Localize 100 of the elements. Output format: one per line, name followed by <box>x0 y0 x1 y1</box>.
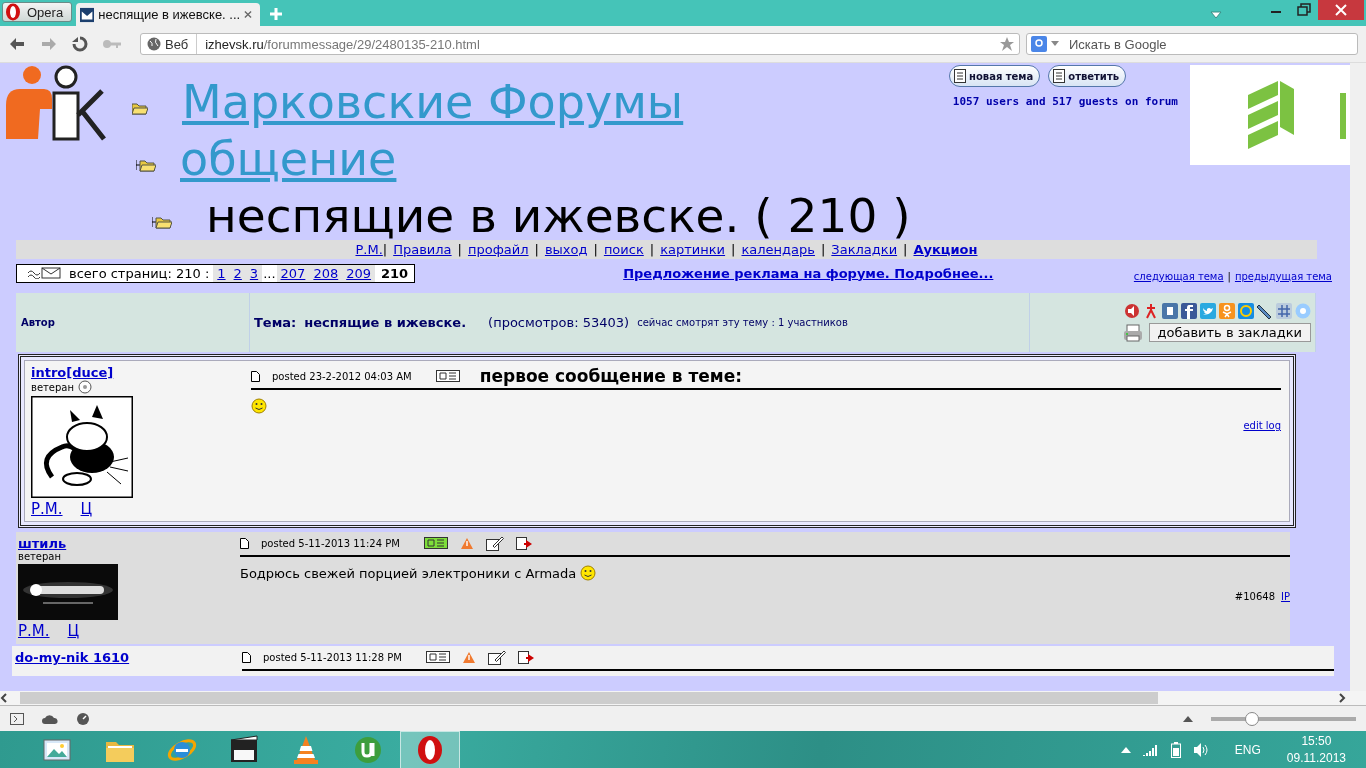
star-icon[interactable] <box>999 36 1015 52</box>
quote-icon[interactable] <box>425 651 450 663</box>
page-link[interactable]: 208 <box>309 264 343 282</box>
column-heading: Автор <box>20 317 55 328</box>
mu-torrent-icon <box>352 734 384 766</box>
profile-link[interactable]: Ц <box>80 500 93 518</box>
topic-label: Тема: <box>254 315 297 330</box>
back-icon[interactable] <box>8 36 26 52</box>
page-icon <box>242 651 251 663</box>
scrollbar[interactable] <box>1350 63 1366 691</box>
post-heading: первое сообщение в теме: <box>479 366 743 386</box>
nav-link[interactable]: картинки <box>660 242 726 257</box>
quote-icon[interactable] <box>435 370 460 382</box>
chevron-up-icon[interactable] <box>1120 747 1131 753</box>
edit-icon[interactable] <box>485 535 504 551</box>
scrollbar-thumb[interactable] <box>20 692 1158 704</box>
caret-icon[interactable] <box>1051 41 1059 47</box>
battery-icon[interactable] <box>1170 742 1181 758</box>
topic-nav-link[interactable]: предыдущая тема <box>1234 270 1332 282</box>
topic-nav-link[interactable]: следующая тема <box>1133 270 1224 282</box>
folder-icon <box>152 215 172 229</box>
separator: | <box>457 242 462 257</box>
speaker-icon[interactable] <box>1124 303 1140 319</box>
author-link[interactable]: штиль <box>18 536 67 551</box>
nav-link[interactable]: календарь <box>741 242 815 257</box>
speaker-icon[interactable] <box>1192 742 1209 758</box>
profile-link[interactable]: Ц <box>67 622 80 640</box>
header-button[interactable]: ответить <box>1048 65 1126 87</box>
security-badge[interactable]: Веб <box>141 34 198 54</box>
author-link[interactable]: intro[duce] <box>31 365 114 380</box>
profile-link[interactable]: Р.М. <box>18 622 50 640</box>
close-icon[interactable] <box>1318 0 1364 20</box>
edit-log-link[interactable]: edit log <box>1243 420 1281 431</box>
post-date: posted 5-11-2013 11:24 PM <box>261 537 400 549</box>
separator: | <box>382 242 388 257</box>
mail-icon <box>27 267 61 279</box>
online-count: 1057 users and 517 guests on forum <box>952 95 1178 108</box>
page-icon <box>1053 69 1066 83</box>
browser-tab[interactable]: неспящие в ижевске. ... <box>76 3 261 26</box>
separator: | <box>649 242 655 257</box>
nav-link[interactable]: профайл <box>468 242 529 257</box>
post-number: #10648 <box>1234 591 1275 602</box>
figure-icon[interactable] <box>1143 303 1159 319</box>
nav-link[interactable]: Правила <box>393 242 452 257</box>
triangle-icon[interactable] <box>1183 715 1193 722</box>
post-text: Бодрюсь свежей порцией электроники с Armada <box>240 565 577 581</box>
nav-link[interactable]: поиск <box>603 242 644 257</box>
promo-link[interactable]: Предложение реклама на форуме. Подробнее... <box>623 265 994 281</box>
nav-link[interactable]: Аукцион <box>913 242 978 257</box>
nav-link[interactable]: выход <box>544 242 588 257</box>
panel-icon[interactable] <box>10 712 24 725</box>
view-count: (просмотров: 53403) <box>488 315 630 330</box>
dropdown-icon[interactable] <box>1210 10 1222 20</box>
edit-icon[interactable] <box>487 649 506 665</box>
printer-icon[interactable] <box>1122 323 1143 342</box>
user-rank: ветеран <box>18 551 62 562</box>
page-link[interactable]: 1 <box>213 264 230 282</box>
user-rank: ветеран <box>31 381 75 393</box>
address-field[interactable]: izhevsk.ru/forummessage/29/2480135-210.html <box>197 36 999 52</box>
o-logo-icon <box>5 3 21 21</box>
clock-time: 15:50 <box>1301 733 1332 750</box>
page-icon <box>954 69 967 83</box>
post-date: posted 23-2-2012 04:03 AM <box>272 370 412 382</box>
separator: | <box>731 242 736 257</box>
author-link[interactable]: do-my-nik 1610 <box>15 650 130 665</box>
gauge-icon[interactable] <box>76 711 90 726</box>
page-count: всего страниц: 210 : <box>69 265 210 281</box>
nav-link[interactable]: Закладки <box>831 242 898 257</box>
page-link[interactable]: 209 <box>342 264 376 282</box>
topic-heading: неспящие в ижевске. ( 210 ) <box>206 192 911 239</box>
page-icon <box>240 537 249 549</box>
close-icon[interactable] <box>244 10 253 19</box>
nav-link[interactable]: Р.М. <box>355 242 383 257</box>
separator: | <box>593 242 598 257</box>
separator: | <box>820 242 826 257</box>
topic-title: неспящие в ижевске. <box>304 315 467 330</box>
reply-icon[interactable] <box>515 536 534 550</box>
warning-icon[interactable] <box>461 650 476 664</box>
envelope-icon <box>80 6 95 23</box>
ip-link[interactable]: IP <box>1281 591 1290 602</box>
header-button[interactable]: новая тема <box>949 65 1041 87</box>
quote-icon[interactable] <box>423 537 448 549</box>
cloud-icon[interactable] <box>42 712 58 725</box>
ok-icon[interactable] <box>1219 303 1235 319</box>
folder-icon <box>132 101 148 115</box>
opera-menu-button[interactable]: Opera <box>2 2 73 22</box>
signal-icon[interactable] <box>1142 744 1159 756</box>
reply-icon[interactable] <box>517 650 536 664</box>
viewer-count: сейчас смотрят эту тему : 1 участников <box>637 317 848 328</box>
reload-icon[interactable] <box>72 36 88 52</box>
facebook-icon[interactable] <box>1181 303 1197 319</box>
tab-title: неспящие в ижевске. ... <box>98 7 241 22</box>
bookmark-button[interactable]: добавить в закладки <box>1148 323 1311 342</box>
pen-icon[interactable] <box>1257 303 1273 319</box>
profile-link[interactable]: Р.М. <box>31 500 63 518</box>
slider-thumb[interactable] <box>1244 711 1259 726</box>
separator: | <box>903 242 908 257</box>
page-link[interactable]: 207 <box>276 264 310 282</box>
clock-date: 09.11.2013 <box>1286 750 1346 767</box>
search-field[interactable]: Искать в Google <box>1026 33 1358 55</box>
